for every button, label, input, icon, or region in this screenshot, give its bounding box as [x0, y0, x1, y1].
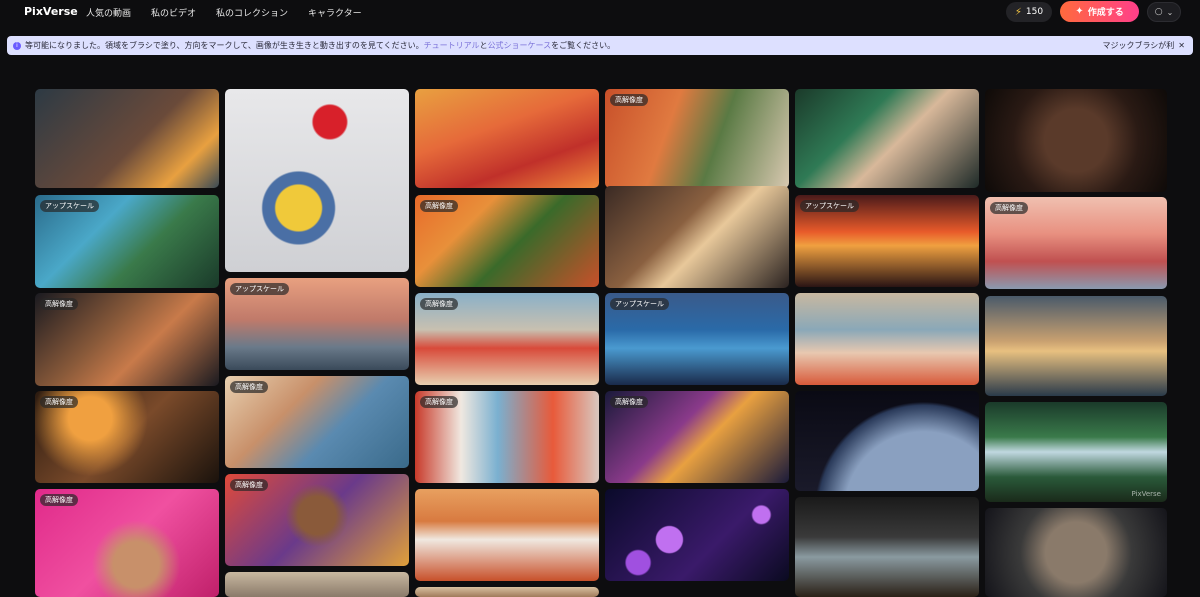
high-resolution-badge: 高解像度	[990, 202, 1028, 214]
video-card-soldiers-sea[interactable]	[35, 89, 219, 188]
video-card-laundry-house[interactable]	[415, 489, 599, 581]
upscale-badge: アップスケール	[230, 283, 289, 295]
video-card-coast-bottom[interactable]	[225, 572, 409, 597]
video-card-pink-planet[interactable]: 高解像度	[985, 197, 1167, 289]
video-card-boxers[interactable]: 高解像度	[35, 293, 219, 386]
close-icon[interactable]: ✕	[1178, 41, 1185, 50]
video-card-bubbles-space[interactable]	[605, 489, 789, 581]
video-card-old-man-face[interactable]	[985, 508, 1167, 597]
high-resolution-badge: 高解像度	[40, 494, 78, 506]
video-card-vault-door-woman[interactable]	[985, 89, 1167, 192]
high-resolution-badge: 高解像度	[230, 381, 268, 393]
announcement-banner: i 等可能になりました。領域をブラシで塗り、方向をマークして、画像が生き生きと動…	[7, 36, 1193, 55]
video-gallery: 高解像度 アップスケール 高解像度 アップスケール 高解像度 高解像度 アップスケール 高解像…	[0, 0, 1200, 597]
video-card-woman-confetti-2[interactable]: 高解像度	[225, 474, 409, 566]
upscale-badge: アップスケール	[610, 298, 669, 310]
banner-and: と	[479, 41, 488, 50]
video-card-anime-girl-goggles[interactable]	[795, 89, 979, 188]
magic-brush-label: マジックブラシが利	[1102, 41, 1175, 50]
video-card-ocean-storm[interactable]: アップスケール	[605, 293, 789, 385]
banner-text: 等可能になりました。領域をブラシで塗り、方向をマークして、画像が生き生きと動き出…	[25, 41, 424, 50]
video-card-woman-confetti[interactable]: 高解像度	[35, 489, 219, 597]
video-card-beach-cafe[interactable]: 高解像度	[415, 293, 599, 385]
banner-right: マジックブラシが利 ✕	[1102, 40, 1185, 51]
high-resolution-badge: 高解像度	[420, 298, 458, 310]
tutorial-link[interactable]: チュートリアル	[424, 40, 480, 51]
high-resolution-badge: 高解像度	[40, 396, 78, 408]
info-icon: i	[13, 41, 21, 50]
video-card-lake-girl[interactable]: アップスケール	[225, 278, 409, 370]
video-card-couple-street[interactable]	[605, 186, 789, 288]
video-card-col3-bottom[interactable]	[415, 587, 599, 597]
banner-text-end: をご覧ください。	[551, 41, 616, 50]
high-resolution-badge: 高解像度	[420, 200, 458, 212]
video-card-minion-balloon[interactable]	[225, 89, 409, 272]
video-card-laundry-wall[interactable]: 高解像度	[415, 391, 599, 483]
video-card-old-couple-fire[interactable]: 高解像度	[35, 391, 219, 483]
video-card-desert-red[interactable]	[415, 89, 599, 188]
video-card-anime-woman-coast[interactable]: アップスケール	[35, 195, 219, 288]
video-card-orange-tree-house[interactable]: 高解像度	[415, 195, 599, 287]
high-resolution-badge: 高解像度	[610, 94, 648, 106]
video-card-spaceship[interactable]: 高解像度	[605, 391, 789, 483]
video-card-alley-city[interactable]: 高解像度	[605, 89, 789, 188]
video-card-beach-people[interactable]	[795, 293, 979, 385]
video-card-coast-house[interactable]: 高解像度	[225, 376, 409, 468]
showcase-link[interactable]: 公式ショーケース	[488, 40, 552, 51]
video-card-waterfall-jungle[interactable]: PixVerse	[985, 402, 1167, 502]
watermark: PixVerse	[1131, 490, 1161, 498]
high-resolution-badge: 高解像度	[610, 396, 648, 408]
video-card-sunset-boat[interactable]	[985, 296, 1167, 396]
high-resolution-badge: 高解像度	[230, 479, 268, 491]
high-resolution-badge: 高解像度	[420, 396, 458, 408]
video-card-volcano-sunset[interactable]: アップスケール	[795, 195, 979, 287]
video-card-satellite-earth[interactable]	[795, 391, 979, 491]
high-resolution-badge: 高解像度	[40, 298, 78, 310]
upscale-badge: アップスケール	[800, 200, 859, 212]
upscale-badge: アップスケール	[40, 200, 99, 212]
video-card-glass-water[interactable]	[795, 497, 979, 597]
